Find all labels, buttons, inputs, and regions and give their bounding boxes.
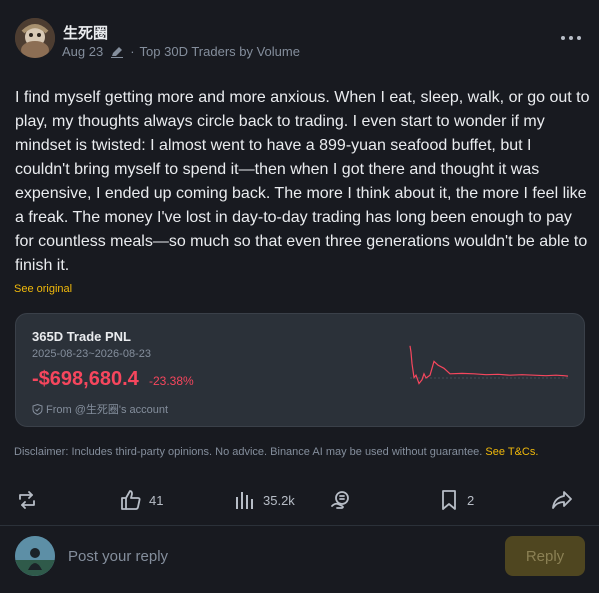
bookmark-count: 2 <box>467 492 475 508</box>
action-bar: 41 35.2k 2 <box>0 488 599 512</box>
share-icon <box>552 491 572 509</box>
meta-separator: · <box>130 44 135 59</box>
divider <box>0 525 599 526</box>
user-avatar[interactable] <box>15 536 55 576</box>
author-name[interactable]: 生死圈 <box>63 22 108 43</box>
see-original-link[interactable]: See original <box>14 283 72 295</box>
reply-input[interactable] <box>68 538 488 574</box>
bookmark-icon <box>442 490 456 510</box>
pnl-line <box>409 345 569 385</box>
pnl-title: 365D Trade PNL <box>32 329 131 344</box>
disclaimer: Disclaimer: Includes third-party opinion… <box>14 446 538 458</box>
shield-icon <box>32 403 43 415</box>
edit-pen-icon <box>111 46 124 58</box>
pnl-source: From @生死圈's account <box>32 401 168 417</box>
pnl-value: -$698,680.4 <box>32 368 139 390</box>
views-button[interactable]: 35.2k <box>234 488 295 512</box>
pnl-percent: -23.38% <box>149 374 194 388</box>
like-count: 41 <box>149 492 164 508</box>
disclaimer-text: Disclaimer: Includes third-party opinion… <box>14 446 483 458</box>
views-bar-icon <box>236 492 253 509</box>
tip-icon <box>331 491 349 509</box>
tip-button[interactable] <box>330 488 352 512</box>
author-tag[interactable]: Top 30D Traders by Volume <box>140 44 300 59</box>
post-text: I find myself getting more and more anxi… <box>15 89 590 274</box>
pnl-date-range: 2025-08-23~2026-08-23 <box>32 348 151 360</box>
post-page: 生死圈 Aug 23 · Top 30D Traders by Volume I… <box>0 0 599 593</box>
thumbs-up-icon <box>121 490 141 510</box>
pnl-card[interactable]: 365D Trade PNL 2025-08-23~2026-08-23 -$6… <box>15 313 585 427</box>
more-dot-icon <box>561 36 565 40</box>
repost-icon <box>19 491 35 509</box>
author-avatar[interactable] <box>15 18 55 58</box>
pnl-sparkline <box>409 345 569 385</box>
post-meta: Aug 23 · Top 30D Traders by Volume <box>62 44 300 59</box>
like-button[interactable]: 41 <box>120 488 163 512</box>
post-date: Aug 23 <box>62 44 104 59</box>
share-button[interactable] <box>551 488 573 512</box>
more-dot-icon <box>569 36 573 40</box>
more-options-button[interactable] <box>561 30 581 46</box>
repost-button[interactable] <box>16 488 38 512</box>
views-count: 35.2k <box>263 492 295 508</box>
bookmark-button[interactable]: 2 <box>438 488 474 512</box>
terms-link[interactable]: See T&Cs. <box>485 446 538 458</box>
pnl-source-text: From @生死圈's account <box>46 404 169 416</box>
more-dot-icon <box>577 36 581 40</box>
reply-button[interactable]: Reply <box>505 536 585 576</box>
